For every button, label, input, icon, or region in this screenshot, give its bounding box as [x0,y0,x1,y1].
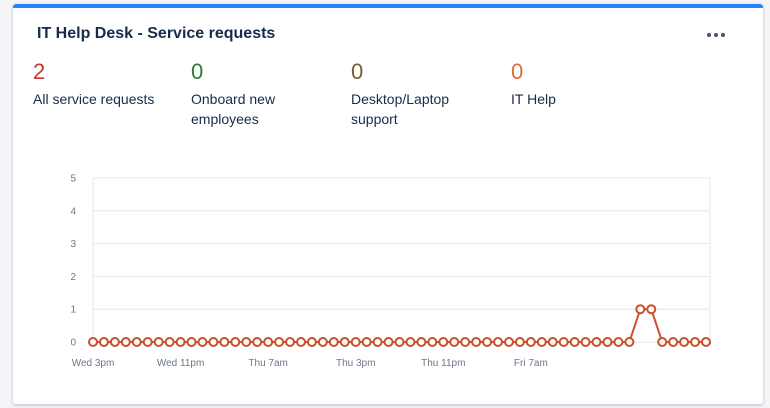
data-point[interactable] [295,337,306,347]
data-point[interactable] [668,337,679,347]
data-point[interactable] [120,337,131,347]
data-point[interactable] [438,337,449,347]
data-point[interactable] [591,337,602,347]
data-point[interactable] [482,337,493,347]
data-point[interactable] [328,337,339,347]
y-tick-label: 4 [70,206,76,217]
data-point[interactable] [536,337,547,347]
data-point[interactable] [230,337,241,347]
data-point[interactable] [274,337,285,347]
data-point[interactable] [394,337,405,347]
data-point[interactable] [405,337,416,347]
data-point[interactable] [98,337,109,347]
data-point[interactable] [416,337,427,347]
data-point[interactable] [624,337,635,347]
data-point[interactable] [690,337,701,347]
y-tick-label: 5 [70,174,76,185]
data-point[interactable] [547,337,558,347]
data-point[interactable] [339,337,350,347]
x-tick-label: Wed 3pm [72,358,115,369]
data-point[interactable] [361,337,372,347]
data-point[interactable] [306,337,317,347]
data-point[interactable] [109,337,120,347]
data-point[interactable] [602,337,613,347]
x-tick-label: Thu 11pm [421,358,465,369]
data-point[interactable] [558,337,569,347]
data-point[interactable] [613,337,624,347]
data-point[interactable] [142,337,153,347]
data-point[interactable] [580,337,591,347]
data-point[interactable] [88,337,98,347]
service-requests-widget: IT Help Desk - Service requests 2 All se… [13,4,763,404]
data-point[interactable] [208,337,219,347]
data-point[interactable] [186,337,197,347]
data-point[interactable] [657,337,668,347]
data-point[interactable] [175,337,186,347]
data-point[interactable] [317,337,328,347]
data-point[interactable] [164,337,175,347]
data-point[interactable] [493,337,504,347]
y-tick-label: 3 [70,239,76,250]
y-tick-label: 2 [70,272,76,283]
data-point[interactable] [383,337,394,347]
data-point[interactable] [701,337,711,347]
x-tick-label: Wed 11pm [157,358,204,369]
data-point[interactable] [449,337,460,347]
x-tick-label: Thu 3pm [336,358,375,369]
y-tick-label: 1 [70,305,76,316]
data-point[interactable] [263,337,274,347]
data-point[interactable] [460,337,471,347]
data-point[interactable] [350,337,361,347]
x-tick-label: Fri 7am [514,358,548,369]
data-point[interactable] [503,337,514,347]
data-point[interactable] [252,337,263,347]
data-point[interactable] [427,337,438,347]
x-tick-label: Thu 7am [248,358,287,369]
chart-grid [92,177,711,343]
series-points [88,304,711,347]
data-point[interactable] [635,304,646,315]
data-point[interactable] [569,337,580,347]
data-point[interactable] [514,337,525,347]
data-point[interactable] [285,337,296,347]
data-point[interactable] [372,337,383,347]
data-point[interactable] [219,337,230,347]
x-axis: Wed 3pm Wed 11pm Thu 7am Thu 3pm Thu 11pm Fri… [72,358,548,369]
data-point[interactable] [471,337,482,347]
data-point[interactable] [131,337,142,347]
data-point[interactable] [679,337,690,347]
y-tick-label: 0 [70,338,76,349]
service-requests-line-chart: 0 1 2 3 4 5 Wed 3pm Wed 11pm Thu 7am Thu 3pm Thu … [70,174,711,369]
data-point[interactable] [241,337,252,347]
y-axis: 0 1 2 3 4 5 [70,174,76,349]
data-point[interactable] [153,337,164,347]
data-point[interactable] [197,337,208,347]
data-point[interactable] [646,304,657,315]
data-point[interactable] [525,337,536,347]
